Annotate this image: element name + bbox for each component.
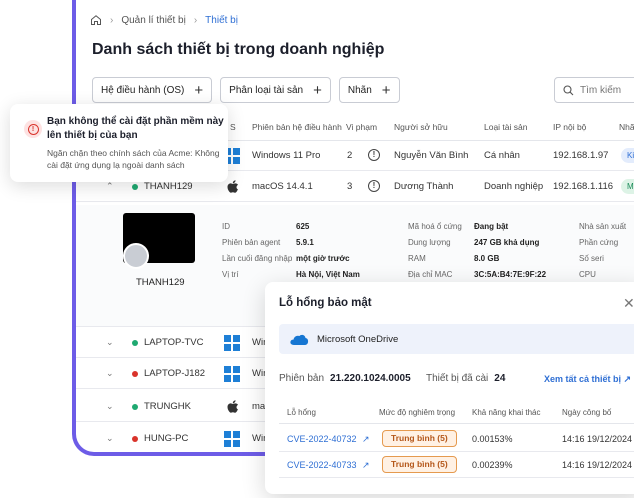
cve-link[interactable]: CVE-2022-40732 bbox=[287, 434, 357, 444]
filter-os-button[interactable]: Hệ điều hành (OS) + bbox=[92, 77, 213, 103]
chevron-down-icon[interactable]: ⌄ bbox=[106, 337, 116, 347]
search-input[interactable]: Tìm kiếm bbox=[554, 77, 634, 103]
version-info: Phiên bản 21.220.1024.0005 bbox=[279, 373, 411, 384]
screen: › Quản lí thiết bị › Thiết bị Danh sách … bbox=[0, 0, 634, 498]
external-link-icon[interactable]: ↗ bbox=[362, 434, 370, 445]
windows-icon bbox=[224, 335, 240, 351]
col-header: Vi phạm bbox=[346, 122, 378, 132]
breadcrumb-current[interactable]: Thiết bị bbox=[205, 15, 238, 26]
plus-icon: + bbox=[313, 81, 322, 99]
avatar bbox=[123, 243, 149, 269]
col-header: Phiên bản hệ điều hành bbox=[252, 122, 342, 132]
external-link-icon[interactable]: ↗ bbox=[362, 460, 370, 471]
app-info-bar: Microsoft OneDrive bbox=[279, 324, 634, 354]
chevron-right-icon: › bbox=[110, 14, 114, 26]
breadcrumb: › Quản lí thiết bị › Thiết bị bbox=[90, 14, 238, 26]
apple-icon bbox=[227, 400, 238, 413]
vuln-row[interactable]: CVE-2022-40732 ↗ Trung bình (5) 0.00153%… bbox=[279, 426, 634, 452]
device-image bbox=[123, 213, 195, 269]
tag-badge: Ma bbox=[621, 179, 634, 194]
see-all-devices-link[interactable]: Xem tất cả thiết bị ↗ bbox=[544, 374, 631, 385]
col-header: IP nội bộ bbox=[553, 122, 587, 132]
breadcrumb-parent[interactable]: Quản lí thiết bị bbox=[121, 15, 185, 26]
tag-badge: Kin bbox=[621, 148, 634, 163]
severity-badge: Trung bình (5) bbox=[382, 456, 457, 473]
violation-info-icon[interactable]: ! bbox=[368, 180, 380, 192]
cve-link[interactable]: CVE-2022-40733 bbox=[287, 460, 357, 470]
status-online-dot bbox=[132, 184, 138, 190]
app-name: Microsoft OneDrive bbox=[317, 334, 399, 345]
close-icon[interactable]: ✕ bbox=[623, 295, 634, 312]
chevron-down-icon[interactable]: ⌄ bbox=[106, 401, 116, 411]
external-link-icon: ↗ bbox=[623, 374, 632, 384]
status-offline-dot bbox=[132, 371, 138, 377]
vulnerability-panel: Lỗ hổng bảo mật ✕ Microsoft OneDrive Phi… bbox=[265, 282, 634, 494]
panel-title: Lỗ hổng bảo mật bbox=[279, 297, 372, 309]
chevron-up-icon[interactable]: ⌃ bbox=[106, 181, 116, 191]
col-header: Nhãn bbox=[619, 122, 634, 132]
alert-icon: ! bbox=[24, 120, 42, 138]
search-placeholder: Tìm kiếm bbox=[580, 84, 622, 96]
status-online-dot bbox=[132, 340, 138, 346]
vuln-table-header: Lỗ hổng Mức độ nghiêm trọng Khả năng kha… bbox=[279, 402, 634, 424]
filter-tag-button[interactable]: Nhãn + bbox=[338, 77, 400, 103]
status-online-dot bbox=[132, 404, 138, 410]
col-header: Người sở hữu bbox=[394, 122, 448, 132]
installed-count: Thiết bị đã cài 24 bbox=[426, 373, 506, 384]
vuln-row[interactable]: CVE-2022-40733 ↗ Trung bình (5) 0.00239%… bbox=[279, 452, 634, 478]
blocked-install-toast: ! Bạn không thể cài đặt phần mềm này lên… bbox=[10, 104, 228, 182]
filter-bar: Hệ điều hành (OS) + Phân loại tài sản + Nh… bbox=[92, 77, 400, 103]
onedrive-icon bbox=[290, 334, 309, 345]
col-header: Loại tài sản bbox=[484, 122, 528, 132]
col-header: S bbox=[230, 122, 236, 132]
violation-info-icon[interactable]: ! bbox=[368, 149, 380, 161]
windows-icon bbox=[224, 366, 240, 382]
device-name: THANH129 bbox=[136, 277, 185, 288]
apple-icon bbox=[227, 180, 238, 193]
home-icon[interactable] bbox=[90, 14, 102, 26]
page-title: Danh sách thiết bị trong doanh nghiệp bbox=[92, 41, 385, 58]
chevron-down-icon[interactable]: ⌄ bbox=[106, 433, 116, 443]
toast-title: Bạn không thể cài đặt phần mềm này lên t… bbox=[47, 116, 224, 141]
severity-badge: Trung bình (5) bbox=[382, 430, 457, 447]
windows-icon bbox=[224, 431, 240, 447]
chevron-right-icon: › bbox=[193, 14, 198, 26]
search-icon bbox=[563, 84, 574, 95]
status-offline-dot bbox=[132, 436, 138, 442]
toast-body: Ngăn chặn theo chính sách của Acme: Khôn… bbox=[47, 148, 220, 170]
plus-icon: + bbox=[381, 81, 391, 99]
plus-icon: + bbox=[194, 81, 204, 99]
filter-asset-type-button[interactable]: Phân loại tài sản + bbox=[220, 77, 331, 103]
chevron-down-icon[interactable]: ⌄ bbox=[106, 368, 116, 378]
